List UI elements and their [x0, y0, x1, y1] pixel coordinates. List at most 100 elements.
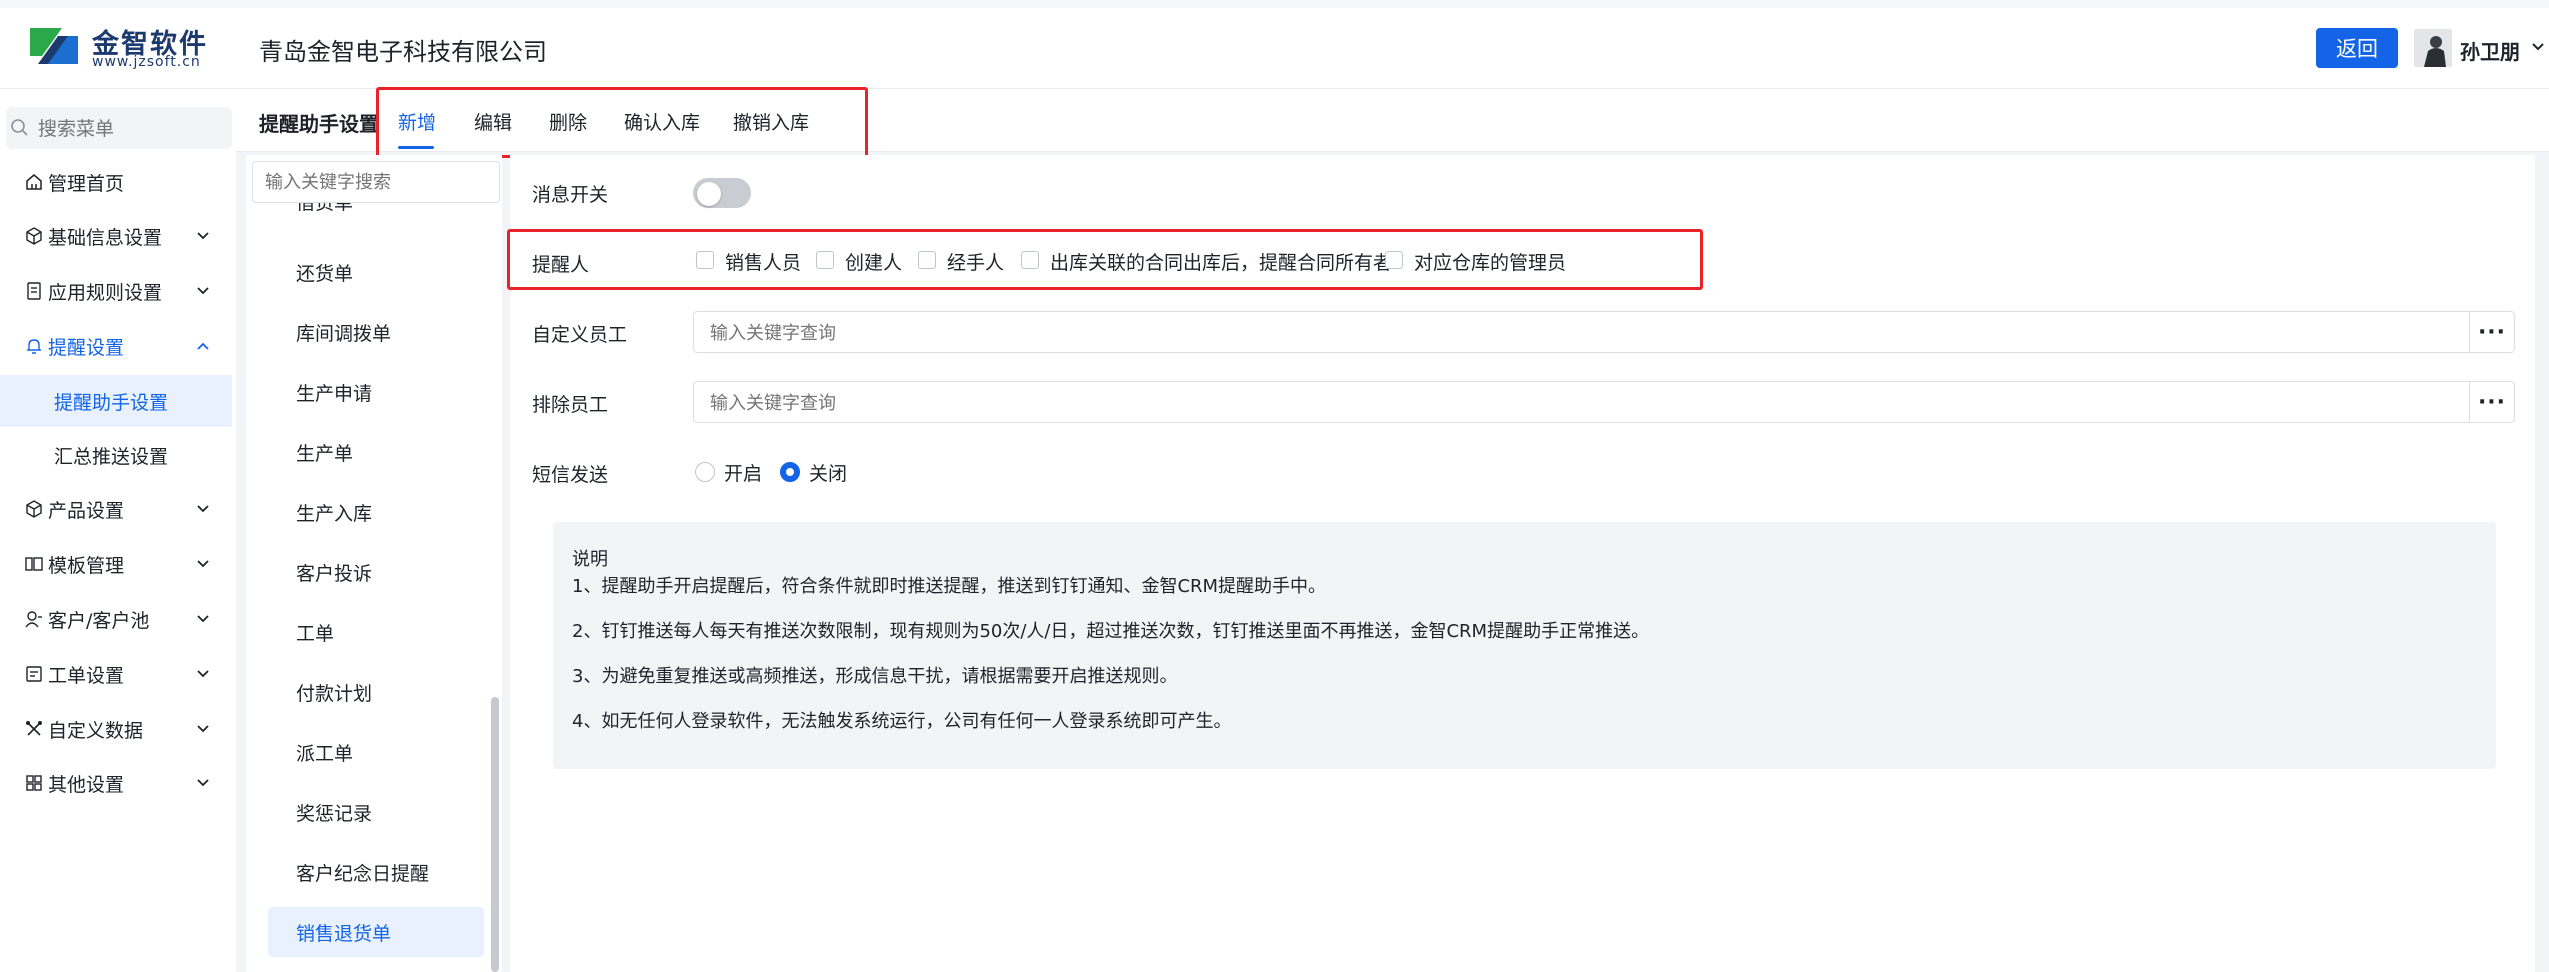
- list-item-label: 生产申请: [296, 382, 373, 405]
- chevron-down-icon: [197, 725, 209, 733]
- notes-line: 4、如无任何人登录软件，无法触发系统运行，公司有任何一人登录系统即可产生。: [572, 711, 1232, 732]
- sidebar-item-label: 自定义数据: [48, 719, 144, 742]
- chevron-down-icon: [197, 287, 209, 295]
- list-item-label: 付款计划: [296, 682, 373, 705]
- logo-icon: [28, 24, 80, 70]
- return-button[interactable]: 返回: [2316, 28, 2398, 68]
- list-item-label: 库间调拨单: [296, 322, 392, 345]
- list-item[interactable]: 付款计划: [268, 667, 484, 717]
- radio-sms-on[interactable]: [695, 462, 715, 482]
- tabs-highlight-box: [376, 87, 868, 158]
- sidebar-item-label: 汇总推送设置: [54, 445, 169, 468]
- sidebar-item-summary-push[interactable]: 汇总推送设置: [0, 429, 232, 481]
- list-item-label: 客户投诉: [296, 562, 373, 585]
- top-strip: [0, 0, 2549, 8]
- list-item-label: 生产入库: [296, 502, 373, 525]
- custom-staff-field[interactable]: ···: [693, 311, 2515, 354]
- list-item-partial: 借货单: [296, 203, 354, 214]
- sidebar-item-reminder-assistant[interactable]: 提醒助手设置: [0, 375, 232, 427]
- list-search[interactable]: [252, 161, 500, 203]
- notes-line: 3、为避免重复推送或高频推送，形成信息干扰，请根据需要开启推送规则。: [572, 666, 1178, 687]
- list-item-selected[interactable]: 销售退货单: [268, 907, 484, 957]
- cube-icon: [26, 500, 42, 518]
- avatar[interactable]: [2414, 29, 2452, 67]
- sidebar-item-customer[interactable]: 客户/客户池: [0, 593, 236, 645]
- sidebar-item-label: 提醒设置: [48, 336, 125, 359]
- sidebar-item-reminder[interactable]: 提醒设置: [0, 320, 236, 372]
- sidebar-item-app-rules[interactable]: 应用规则设置: [0, 265, 236, 317]
- sidebar-item-label: 基础信息设置: [48, 226, 163, 249]
- more-icon[interactable]: ···: [2469, 382, 2514, 422]
- home-icon: [26, 174, 42, 190]
- chevron-down-icon: [197, 232, 209, 240]
- notes-title: 说明: [572, 549, 608, 570]
- list-item-label: 销售退货单: [296, 922, 392, 945]
- contacts-icon: [25, 611, 42, 628]
- sidebar-item-template[interactable]: 模板管理: [0, 538, 236, 590]
- sidebar-item-custom-data[interactable]: 自定义数据: [0, 703, 236, 755]
- list-item-label: 工单: [296, 622, 335, 645]
- sidebar-item-label: 工单设置: [48, 664, 125, 687]
- chevron-down-icon: [197, 615, 209, 623]
- sidebar-item-label: 模板管理: [48, 554, 125, 577]
- page-title: 提醒助手设置: [259, 112, 379, 136]
- chevron-down-icon: [197, 505, 209, 513]
- sidebar-item-ticket[interactable]: 工单设置: [0, 648, 236, 700]
- company-name: 青岛金智电子科技有限公司: [259, 38, 547, 66]
- list-scrollbar[interactable]: [491, 697, 499, 972]
- ticket-icon: [26, 666, 42, 682]
- list-item[interactable]: 客户纪念日提醒: [268, 847, 484, 897]
- sidebar-item-label: 产品设置: [48, 499, 125, 522]
- menu-search-input[interactable]: [36, 107, 230, 151]
- list-item[interactable]: 派工单: [268, 727, 484, 777]
- notes-line: 1、提醒助手开启提醒后，符合条件就即时推送提醒，推送到钉钉通知、金智CRM提醒助…: [572, 576, 1327, 597]
- message-switch-label: 消息开关: [532, 184, 609, 206]
- list-item-label: 生产单: [296, 442, 354, 465]
- sidebar-item-basic-info[interactable]: 基础信息设置: [0, 210, 236, 262]
- sidebar-item-other[interactable]: 其他设置: [0, 757, 236, 809]
- radio-sms-off[interactable]: [780, 462, 800, 482]
- sidebar-item-product[interactable]: 产品设置: [0, 483, 236, 535]
- list-item-label: 客户纪念日提醒: [296, 862, 430, 885]
- reminder-highlight-box: [507, 229, 1703, 290]
- sidebar-item-label: 提醒助手设置: [54, 391, 169, 414]
- sidebar: 管理首页 基础信息设置 应用规则设置 提醒设置 提醒助手设置 汇总推送设置 产品…: [0, 89, 236, 972]
- notes-line: 2、钉钉推送每人每天有推送次数限制，现有规则为50次/人/日，超过推送次数，钉钉…: [572, 621, 1650, 642]
- logo-url: www.jzsoft.cn: [92, 54, 201, 70]
- sidebar-item-home[interactable]: 管理首页: [0, 156, 236, 208]
- radio-label: 开启: [724, 463, 763, 485]
- user-name[interactable]: 孙卫朋: [2460, 36, 2520, 65]
- list-item[interactable]: 还货单: [268, 247, 484, 297]
- sms-label: 短信发送: [532, 464, 609, 486]
- exclude-staff-label: 排除员工: [532, 394, 609, 416]
- chevron-down-icon: [197, 779, 209, 787]
- cube-icon: [26, 227, 42, 245]
- exclude-staff-field[interactable]: ···: [693, 381, 2515, 424]
- list-item-label: 还货单: [296, 262, 354, 285]
- list-item[interactable]: 奖惩记录: [268, 787, 484, 837]
- sidebar-item-label: 客户/客户池: [48, 609, 150, 632]
- list-item[interactable]: 生产申请: [268, 367, 484, 417]
- list-item[interactable]: 生产入库: [268, 487, 484, 537]
- more-icon[interactable]: ···: [2469, 312, 2514, 352]
- list-item[interactable]: 库间调拨单: [268, 307, 484, 357]
- tools-icon: [26, 721, 42, 736]
- list-search-input[interactable]: [253, 162, 487, 202]
- list-item-label: 派工单: [296, 742, 354, 765]
- radio-label: 关闭: [809, 463, 848, 485]
- chevron-down-icon[interactable]: [2530, 36, 2546, 60]
- list-item[interactable]: 工单: [268, 607, 484, 657]
- sidebar-item-label: 管理首页: [48, 172, 125, 195]
- exclude-staff-input[interactable]: [708, 382, 2312, 424]
- template-icon: [25, 557, 43, 571]
- list-item[interactable]: 客户投诉: [268, 547, 484, 597]
- list-item[interactable]: 生产单: [268, 427, 484, 477]
- menu-search[interactable]: [6, 107, 232, 151]
- chevron-up-icon: [197, 342, 209, 350]
- sidebar-item-label: 其他设置: [48, 773, 125, 796]
- bell-icon: [27, 339, 41, 354]
- custom-staff-label: 自定义员工: [532, 324, 628, 346]
- custom-staff-input[interactable]: [708, 312, 2312, 354]
- document-icon: [27, 282, 41, 300]
- search-icon: [11, 119, 28, 136]
